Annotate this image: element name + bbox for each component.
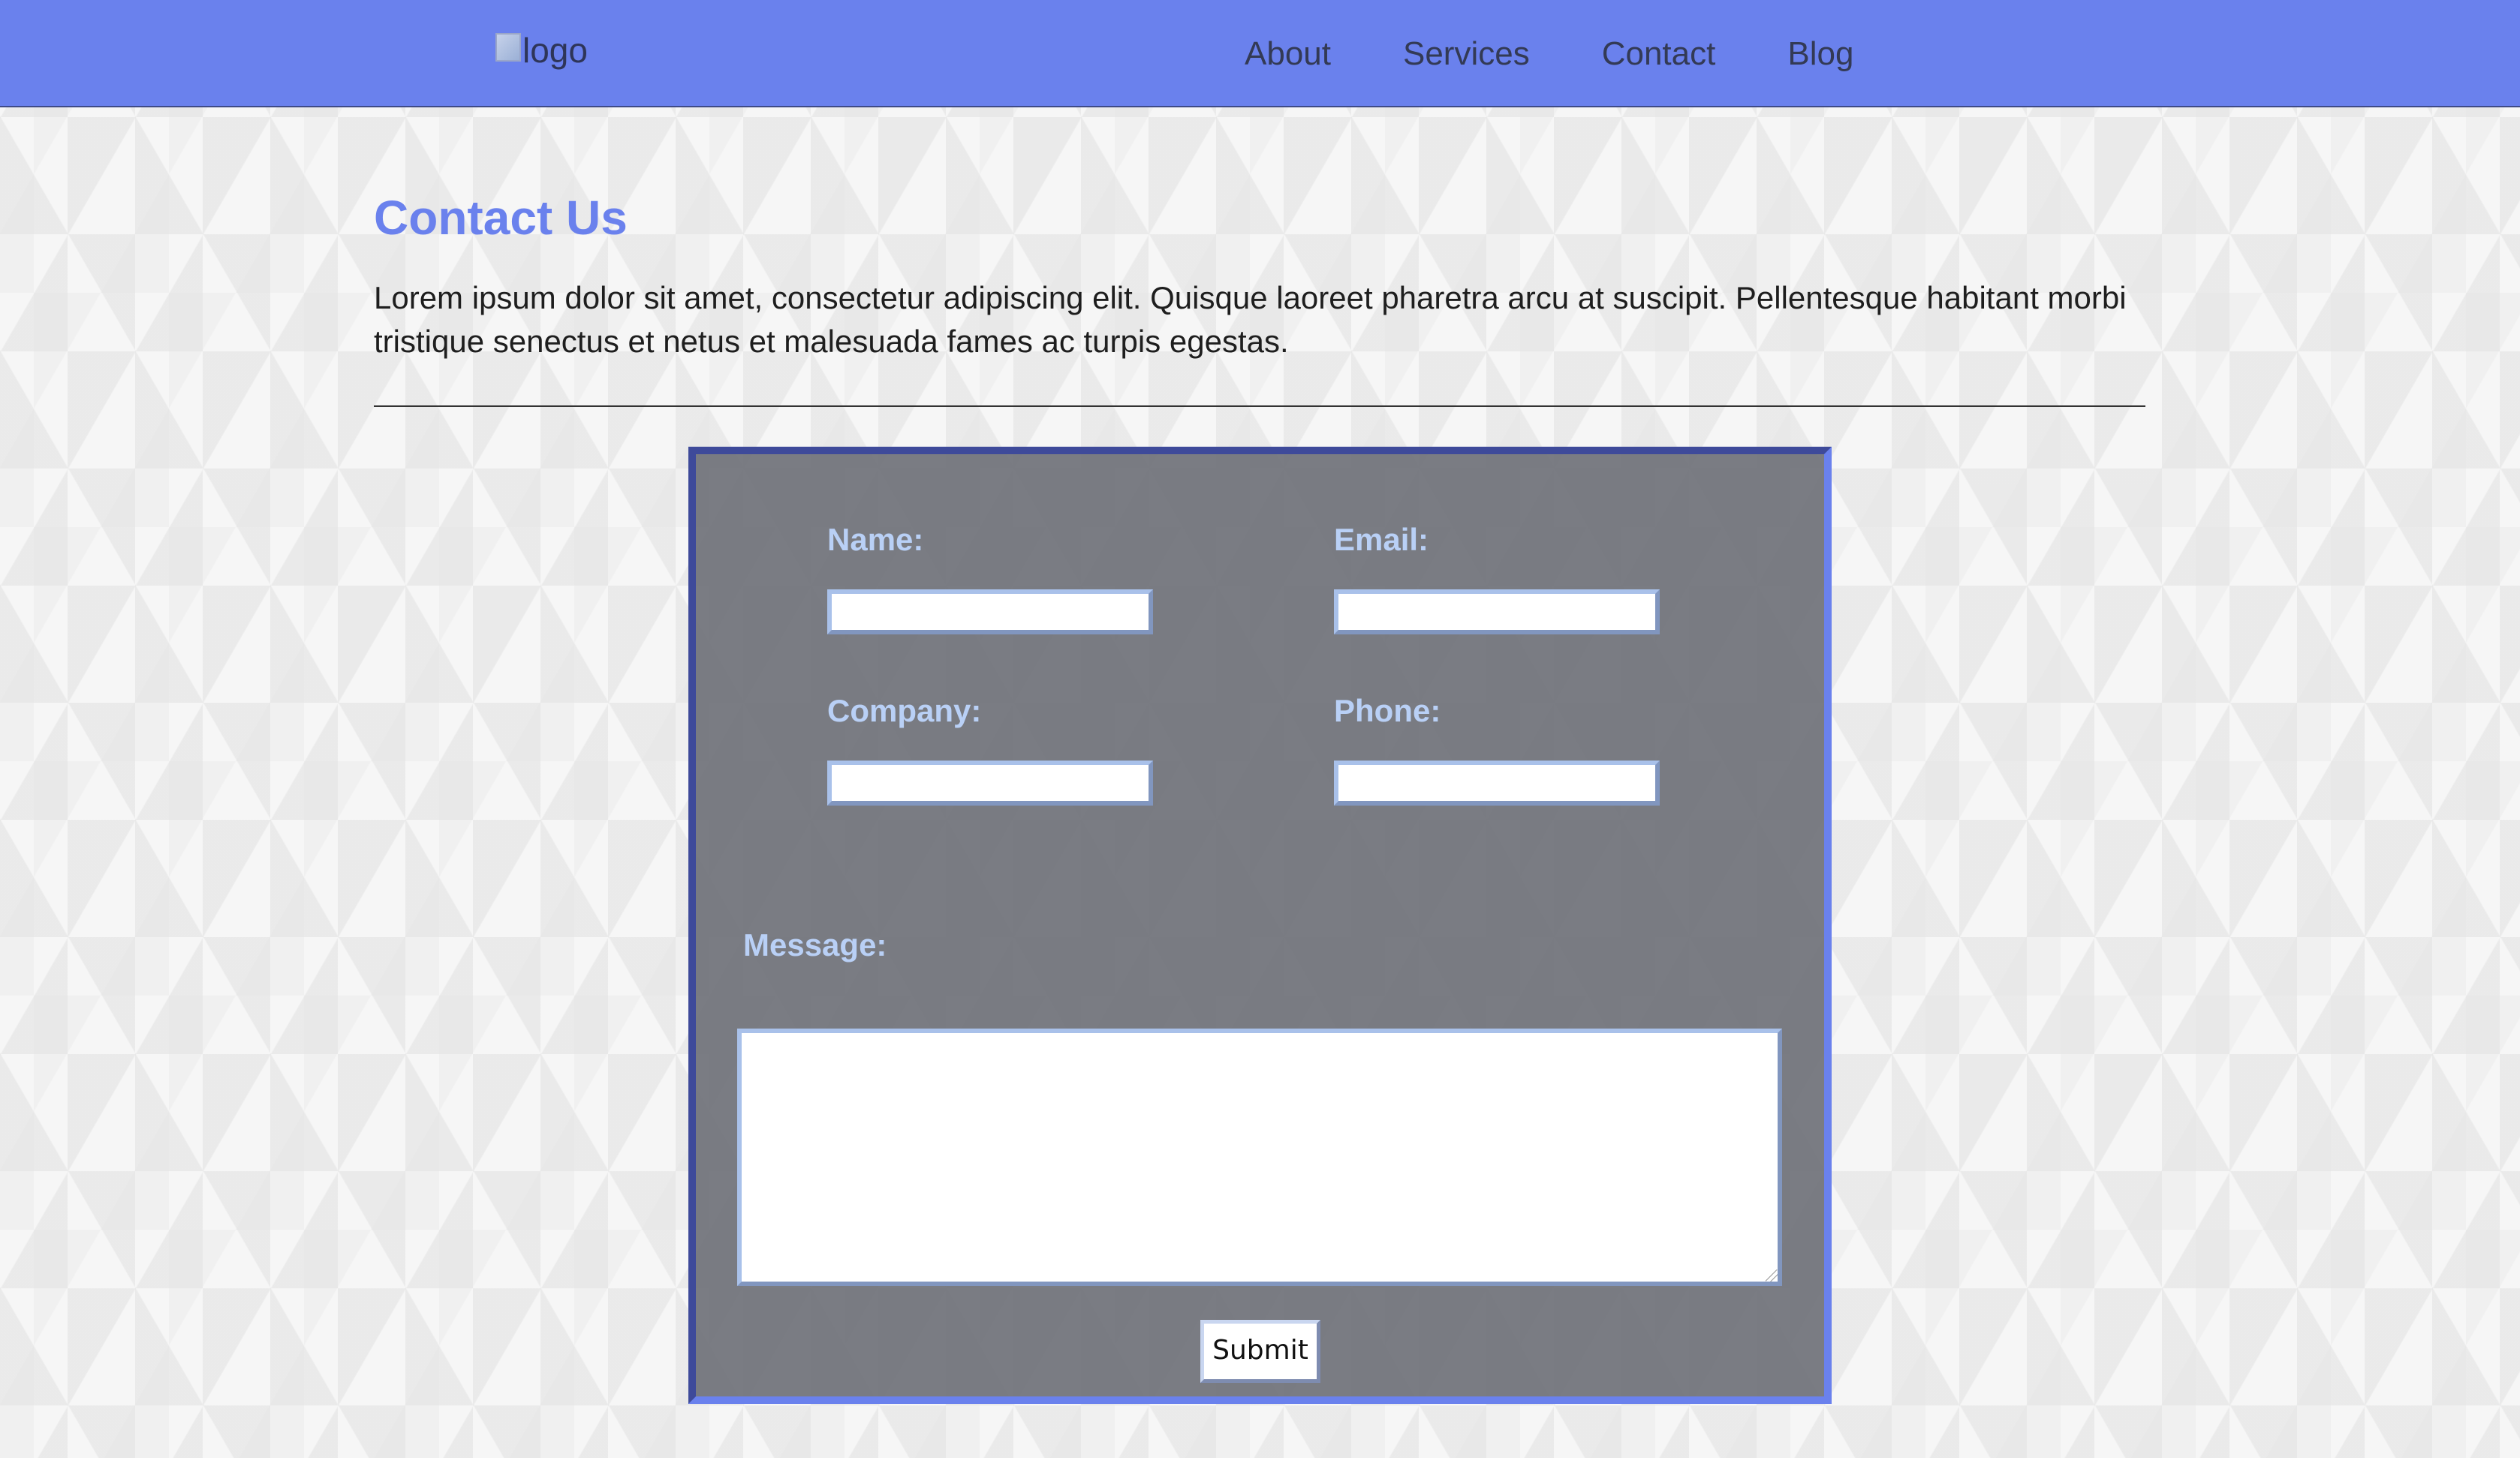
main-nav: About Services Contact Blog	[1245, 30, 1925, 78]
email-label: Email:	[1334, 522, 1429, 557]
logo[interactable]: logo	[495, 30, 588, 83]
resize-grip-icon[interactable]	[1766, 1270, 1778, 1282]
nav-about[interactable]: About	[1245, 30, 1331, 78]
nav-blog[interactable]: Blog	[1787, 30, 1853, 78]
main-content: Contact Us Lorem ipsum dolor sit amet, c…	[374, 180, 2145, 407]
email-field[interactable]	[1334, 589, 1660, 634]
phone-field[interactable]	[1334, 761, 1660, 806]
phone-label: Phone:	[1334, 693, 1441, 728]
divider	[374, 405, 2145, 407]
nav-services[interactable]: Services	[1403, 30, 1530, 78]
broken-image-icon	[495, 33, 521, 62]
intro-paragraph: Lorem ipsum dolor sit amet, consectetur …	[374, 280, 2127, 359]
name-field[interactable]	[827, 589, 1153, 634]
company-label: Company:	[827, 693, 982, 728]
message-textarea[interactable]	[737, 1029, 1782, 1286]
name-label: Name:	[827, 522, 924, 557]
site-header: logo About Services Contact Blog	[0, 0, 2520, 107]
page-title: Contact Us	[374, 191, 628, 245]
message-label: Message:	[743, 927, 887, 962]
submit-button[interactable]: Submit	[1200, 1320, 1320, 1383]
contact-form: Name: Email: Company: Phone: Message: Su…	[688, 447, 1832, 1404]
logo-alt-text: logo	[522, 31, 588, 70]
nav-contact[interactable]: Contact	[1602, 30, 1716, 78]
company-field[interactable]	[827, 761, 1153, 806]
